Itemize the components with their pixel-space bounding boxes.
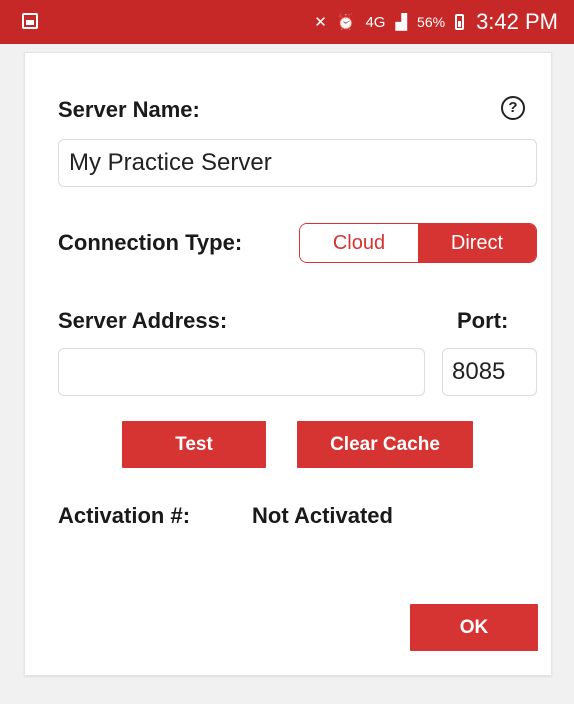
gallery-icon [22,13,38,29]
network-4g-icon: 4G [365,13,386,31]
activation-status: Not Activated [252,503,393,528]
port-label: Port: [457,308,509,333]
ok-button[interactable]: OK [410,604,538,651]
clear-cache-button[interactable]: Clear Cache [297,421,473,468]
mute-icon: ✕ [314,13,327,31]
port-value: 8085 [452,358,506,385]
server-name-value: My Practice Server [69,149,272,176]
activation-label: Activation #: [58,503,191,528]
server-name-input[interactable]: My Practice Server [58,139,537,187]
status-bar: ✕ ⏰ 4G ▟ 56% 3:42 PM [0,0,574,44]
battery-percent: 56% [417,14,446,30]
server-name-label: Server Name: [58,97,200,122]
connection-type-label: Connection Type: [58,230,243,255]
status-time: 3:42 PM [476,9,558,34]
signal-icon: ▟ [395,13,408,31]
status-icons: ✕ ⏰ 4G ▟ 56% 3:42 PM [314,0,558,44]
port-input[interactable]: 8085 [442,348,537,396]
alarm-icon: ⏰ [336,13,356,31]
battery-charging-icon [455,14,465,30]
help-icon[interactable]: ? [501,96,525,120]
server-address-label: Server Address: [58,308,228,333]
test-button[interactable]: Test [122,421,266,468]
connection-option-cloud[interactable]: Cloud [300,224,418,262]
connection-type-toggle[interactable]: Cloud Direct [299,223,537,263]
server-address-input[interactable] [58,348,425,396]
connection-option-direct[interactable]: Direct [418,224,536,262]
server-settings-dialog: Server Name: ? My Practice Server Connec… [24,52,552,676]
